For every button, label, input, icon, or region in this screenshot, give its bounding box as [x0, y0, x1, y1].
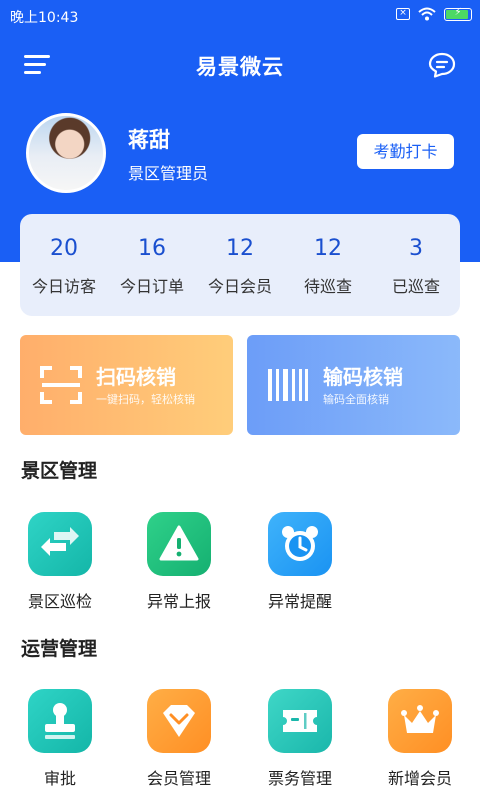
stat-value: 16 [138, 236, 166, 261]
code-card-title: 输码核销 [323, 365, 403, 389]
sim-icon: × [396, 8, 410, 20]
grid-label: 新增会员 [387, 769, 452, 788]
scan-card-subtitle: 一键扫码，轻松核销 [96, 393, 195, 406]
status-bar: 晚上10:43 × ⚡ [0, 0, 480, 32]
battery-icon: ⚡ [444, 7, 472, 21]
title-bar: 易景微云 [0, 40, 480, 90]
warning-icon [147, 512, 211, 576]
crown-icon [388, 689, 452, 753]
scenic-inspection-button[interactable]: 景区巡检 [10, 512, 110, 612]
exception-reminder-button[interactable]: 异常提醒 [250, 512, 350, 612]
stat-label: 已巡查 [391, 277, 440, 296]
ticket-icon [268, 689, 332, 753]
status-time: 晚上10:43 [10, 10, 79, 26]
stat-value: 20 [50, 236, 78, 261]
stamp-icon [28, 689, 92, 753]
code-verify-card[interactable]: 输码核销 输码全面核销 [247, 335, 460, 435]
code-card-subtitle: 输码全面核销 [323, 393, 389, 406]
scenic-section-title: 景区管理 [21, 460, 98, 482]
barcode-icon [268, 369, 308, 401]
grid-label: 票务管理 [267, 769, 332, 788]
arrows-icon [28, 512, 92, 576]
member-management-button[interactable]: 会员管理 [129, 689, 229, 789]
stat-item[interactable]: 3 已巡查 [372, 214, 460, 316]
grid-label: 异常提醒 [267, 592, 332, 611]
stat-item[interactable]: 20 今日访客 [20, 214, 108, 316]
grid-label: 景区巡检 [27, 592, 92, 611]
approval-button[interactable]: 审批 [10, 689, 110, 789]
avatar[interactable] [26, 113, 106, 193]
stat-value: 12 [226, 236, 254, 261]
profile-role: 景区管理员 [128, 164, 209, 183]
report-exception-button[interactable]: 异常上报 [129, 512, 229, 612]
stat-item[interactable]: 16 今日订单 [108, 214, 196, 316]
grid-label: 会员管理 [146, 769, 211, 788]
alarm-clock-icon [268, 512, 332, 576]
wifi-icon [418, 7, 436, 21]
add-member-button[interactable]: 新增会员 [370, 689, 470, 789]
operations-section-title: 运营管理 [21, 638, 98, 660]
message-icon[interactable] [428, 52, 456, 78]
grid-label: 审批 [43, 769, 76, 788]
ticket-management-button[interactable]: 票务管理 [250, 689, 350, 789]
scan-card-title: 扫码核销 [96, 365, 176, 389]
stat-item[interactable]: 12 今日会员 [196, 214, 284, 316]
scan-icon [40, 366, 82, 404]
app-title: 易景微云 [196, 55, 284, 79]
scan-verify-card[interactable]: 扫码核销 一键扫码，轻松核销 [20, 335, 233, 435]
stat-label: 待巡查 [303, 277, 352, 296]
stat-label: 今日访客 [31, 277, 96, 296]
stat-label: 今日会员 [207, 277, 272, 296]
status-icons: × ⚡ [396, 7, 472, 21]
stat-item[interactable]: 12 待巡查 [284, 214, 372, 316]
stat-label: 今日订单 [119, 277, 184, 296]
stats-card: 20 今日访客 16 今日订单 12 今日会员 12 待巡查 3 已巡查 [20, 214, 460, 316]
stat-value: 12 [314, 236, 342, 261]
profile-name: 蒋甜 [128, 128, 170, 152]
stat-value: 3 [409, 236, 423, 261]
grid-label: 异常上报 [146, 592, 211, 611]
checkin-button[interactable]: 考勤打卡 [357, 134, 454, 169]
diamond-icon [147, 689, 211, 753]
